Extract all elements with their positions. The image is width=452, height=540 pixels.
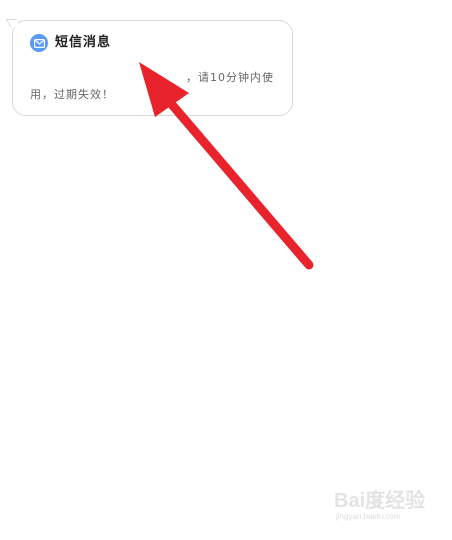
baidu-jingyan-watermark: Bai度经验 jingyan.baidu.com (334, 484, 444, 530)
message-title: 短信消息 (55, 35, 112, 50)
watermark-brand: Bai度经验 (334, 490, 426, 512)
mail-icon (30, 34, 48, 52)
bubble-tail (5, 19, 21, 27)
message-text-line-1: ，请10分钟内使 (186, 71, 274, 84)
watermark-domain: jingyan.baidu.com (336, 512, 401, 521)
screen: 短信消息 ，请10分钟内使 用，过期失效！ Bai度经验 jingyan.bai… (0, 0, 452, 540)
message-text-line-2: 用，过期失效！ (30, 88, 114, 101)
